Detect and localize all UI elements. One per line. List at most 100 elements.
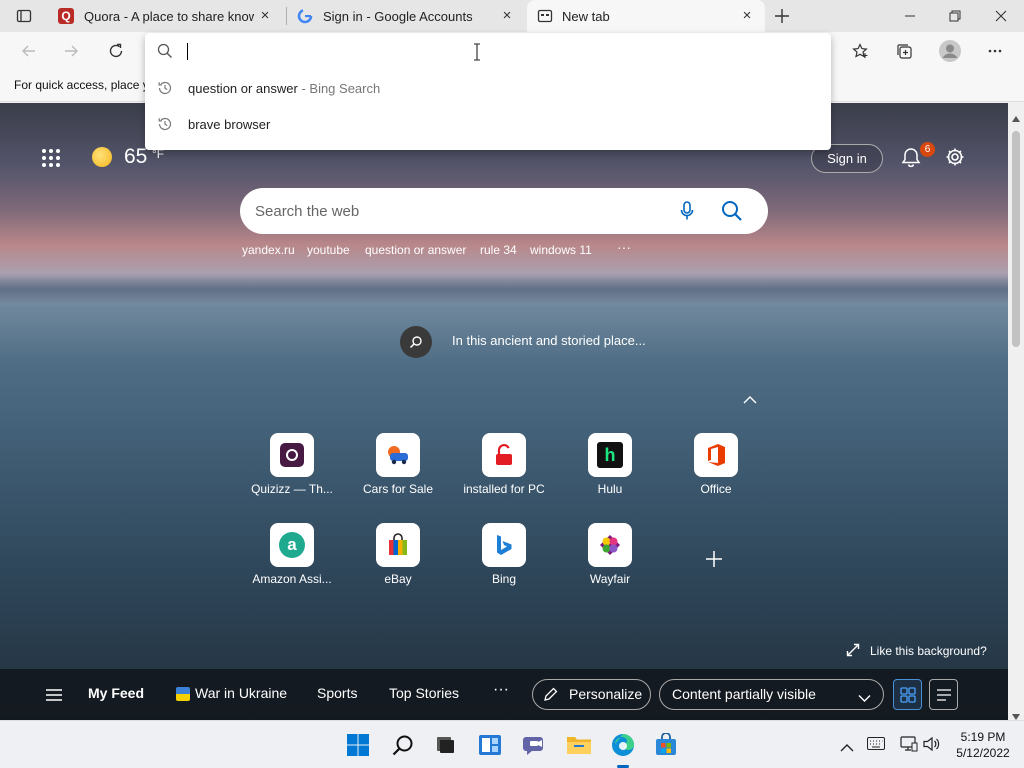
bing-icon — [482, 523, 526, 567]
app-launcher-icon[interactable] — [41, 148, 61, 173]
close-tab-icon[interactable]: × — [257, 8, 273, 24]
system-clock[interactable]: 5:19 PM 5/12/2022 — [948, 729, 1018, 761]
back-arrow-icon[interactable] — [14, 36, 44, 66]
cars-icon — [376, 433, 420, 477]
show-hidden-icons-chevron-up-icon[interactable] — [840, 739, 854, 757]
scrollbar-thumb[interactable] — [1012, 131, 1020, 347]
address-input[interactable] — [185, 41, 785, 63]
suggestion-text: question or answer - Bing Search — [188, 81, 380, 96]
new-tab-page-icon — [537, 8, 553, 24]
history-icon — [157, 80, 173, 99]
add-shortcut-plus-icon[interactable] — [705, 550, 723, 573]
tab-bar: Q Quora - A place to share knowle × Sign… — [0, 0, 1024, 32]
feed-tab-top-stories[interactable]: Top Stories — [389, 685, 459, 701]
tab-google-signin[interactable]: Sign in - Google Accounts × — [287, 0, 525, 32]
quick-link[interactable]: yandex.ru — [242, 243, 295, 257]
taskbar-search-icon[interactable] — [387, 729, 419, 761]
top-site-tile[interactable]: Cars for Sale — [356, 433, 440, 503]
top-site-label: eBay — [384, 572, 412, 586]
settings-more-icon[interactable] — [980, 36, 1010, 66]
widgets-icon[interactable] — [474, 729, 506, 761]
top-site-tile[interactable]: eBay — [356, 523, 440, 593]
close-window-icon[interactable] — [978, 0, 1024, 32]
content-visibility-dropdown[interactable]: Content partially visible — [659, 679, 884, 710]
web-search-box[interactable]: Search the web — [240, 188, 768, 234]
page-settings-gear-icon[interactable] — [944, 146, 966, 173]
tab-quora[interactable]: Q Quora - A place to share knowle × — [48, 0, 283, 32]
top-site-label: Bing — [491, 572, 517, 586]
forward-arrow-icon[interactable] — [56, 36, 86, 66]
quick-link[interactable]: youtube — [307, 243, 350, 257]
grid-layout-icon[interactable] — [893, 679, 922, 710]
notification-bell-icon[interactable] — [900, 146, 922, 173]
refresh-icon[interactable] — [101, 36, 131, 66]
image-info-icon[interactable] — [400, 326, 432, 358]
tab-title: New tab — [562, 9, 610, 24]
tab-new-tab[interactable]: New tab × — [527, 0, 765, 32]
office-icon — [694, 433, 738, 477]
like-background-link[interactable]: Like this background? — [870, 644, 987, 658]
feed-tab-sports[interactable]: Sports — [317, 685, 357, 701]
collapse-chevron-up-icon[interactable] — [742, 393, 758, 411]
file-explorer-folder-icon[interactable] — [563, 729, 595, 761]
suggestion-item[interactable]: question or answer - Bing Search — [145, 71, 831, 105]
weather-temperature[interactable]: 65 — [124, 145, 147, 169]
notification-count-badge: 6 — [920, 142, 935, 157]
feed-tab-war-in-ukraine[interactable]: War in Ukraine — [195, 685, 287, 701]
top-site-label: Quizizz — Th... — [251, 482, 333, 496]
quick-links-more[interactable]: ··· — [617, 239, 631, 255]
address-bar[interactable] — [145, 33, 831, 70]
collections-icon[interactable] — [889, 36, 919, 66]
microphone-icon[interactable] — [680, 201, 694, 226]
top-site-tile[interactable]: Office — [674, 433, 758, 503]
unlock-icon — [482, 433, 526, 477]
feed-more-tabs[interactable]: ··· — [493, 681, 509, 699]
windows-start-icon[interactable] — [342, 729, 374, 761]
suggestion-item[interactable]: brave browser — [145, 107, 831, 141]
tab-actions-icon[interactable] — [9, 1, 39, 31]
image-caption[interactable]: In this ancient and storied place... — [452, 333, 646, 348]
search-icon[interactable] — [721, 200, 743, 227]
clock-time: 5:19 PM — [960, 730, 1006, 744]
page-scrollbar[interactable] — [1008, 103, 1024, 720]
top-site-label: Office — [700, 482, 732, 496]
task-view-icon[interactable] — [429, 729, 461, 761]
profile-avatar[interactable] — [935, 36, 965, 66]
expand-arrows-icon — [846, 643, 860, 662]
top-site-tile[interactable]: Bing — [462, 523, 546, 593]
restore-icon[interactable] — [932, 0, 978, 32]
scroll-up-arrow-icon[interactable] — [1012, 109, 1020, 127]
sunny-weather-icon — [92, 147, 112, 167]
quick-link[interactable]: question or answer — [365, 243, 466, 257]
feed-menu-hamburger-icon[interactable] — [45, 688, 63, 707]
wayfair-icon — [588, 523, 632, 567]
top-site-tile[interactable]: Wayfair — [568, 523, 652, 593]
text-cursor — [187, 43, 188, 60]
minimize-icon[interactable] — [887, 0, 933, 32]
volume-speaker-icon[interactable] — [923, 736, 941, 757]
top-site-tile[interactable]: Quizizz — Th... — [250, 433, 334, 503]
edge-browser-icon[interactable] — [607, 729, 639, 761]
top-site-tile[interactable]: installed for PC — [462, 433, 546, 503]
quick-link[interactable]: rule 34 — [480, 243, 517, 257]
top-site-label: Hulu — [597, 482, 623, 496]
list-layout-icon[interactable] — [929, 679, 958, 710]
teams-chat-icon[interactable] — [519, 729, 551, 761]
background-horizon — [0, 273, 1008, 303]
personalize-button[interactable]: Personalize — [532, 679, 651, 710]
top-site-tile[interactable]: h Hulu — [568, 433, 652, 503]
favorites-star-icon[interactable] — [845, 36, 875, 66]
network-icon[interactable] — [900, 736, 918, 757]
close-tab-icon[interactable]: × — [739, 8, 755, 24]
content-visibility-value: Content partially visible — [672, 686, 816, 702]
top-site-tile[interactable]: a Amazon Assi... — [250, 523, 334, 593]
chevron-down-icon — [858, 690, 871, 706]
new-tab-plus-icon[interactable] — [767, 1, 797, 31]
quick-link[interactable]: windows 11 — [530, 243, 592, 257]
microsoft-store-icon[interactable] — [650, 729, 682, 761]
close-tab-icon[interactable]: × — [499, 8, 515, 24]
ebay-shopping-bag-icon — [376, 523, 420, 567]
keyboard-icon[interactable] — [867, 737, 885, 755]
feed-tab-my-feed[interactable]: My Feed — [88, 685, 144, 701]
tab-title: Sign in - Google Accounts — [323, 9, 473, 24]
